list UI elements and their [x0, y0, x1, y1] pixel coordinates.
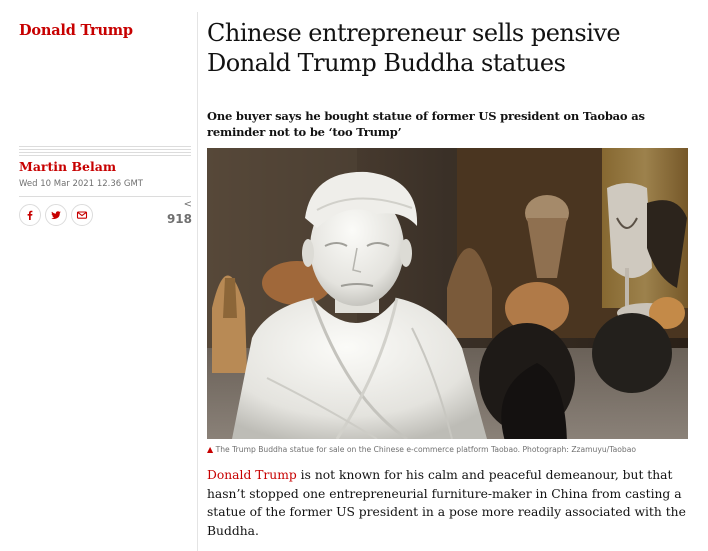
divider [19, 196, 191, 197]
email-share-button[interactable] [71, 204, 93, 226]
caption-triangle-icon: ▲ [207, 445, 214, 454]
facebook-share-button[interactable] [19, 204, 41, 226]
byline-rules [19, 146, 191, 158]
author-link[interactable]: Martin Belam [19, 159, 116, 174]
twitter-share-button[interactable] [45, 204, 67, 226]
share-arrow-icon: < [183, 199, 192, 210]
main-photo [207, 148, 688, 439]
headline: Chinese entrepreneur sells pensive Donal… [207, 19, 621, 77]
column-divider [197, 12, 198, 551]
share-count-value: 918 [166, 212, 192, 226]
article-meta-column: Donald Trump Martin Belam Wed 10 Mar 202… [0, 0, 196, 551]
publish-date: Wed 10 Mar 2021 12.36 GMT [19, 179, 143, 189]
article-body-paragraph: Donald Trump is not known for his calm a… [207, 466, 695, 540]
twitter-icon [51, 211, 61, 219]
caption-text: The Trump Buddha statue for sale on the … [215, 445, 637, 454]
rule-line [19, 146, 191, 147]
rule-line [19, 152, 191, 153]
email-icon [76, 211, 88, 219]
share-buttons [19, 204, 93, 226]
rule-line [19, 149, 191, 150]
section-tag-link[interactable]: Donald Trump [19, 22, 133, 39]
trump-buddha-statue-image [207, 148, 688, 439]
standfirst: One buyer says he bought statue of forme… [207, 109, 645, 139]
facebook-icon [27, 210, 33, 220]
rule-line [19, 155, 191, 156]
photo-caption: ▲ The Trump Buddha statue for sale on th… [207, 445, 697, 454]
share-count: < 918 [164, 199, 192, 227]
donald-trump-tag-link[interactable]: Donald Trump [207, 468, 297, 482]
